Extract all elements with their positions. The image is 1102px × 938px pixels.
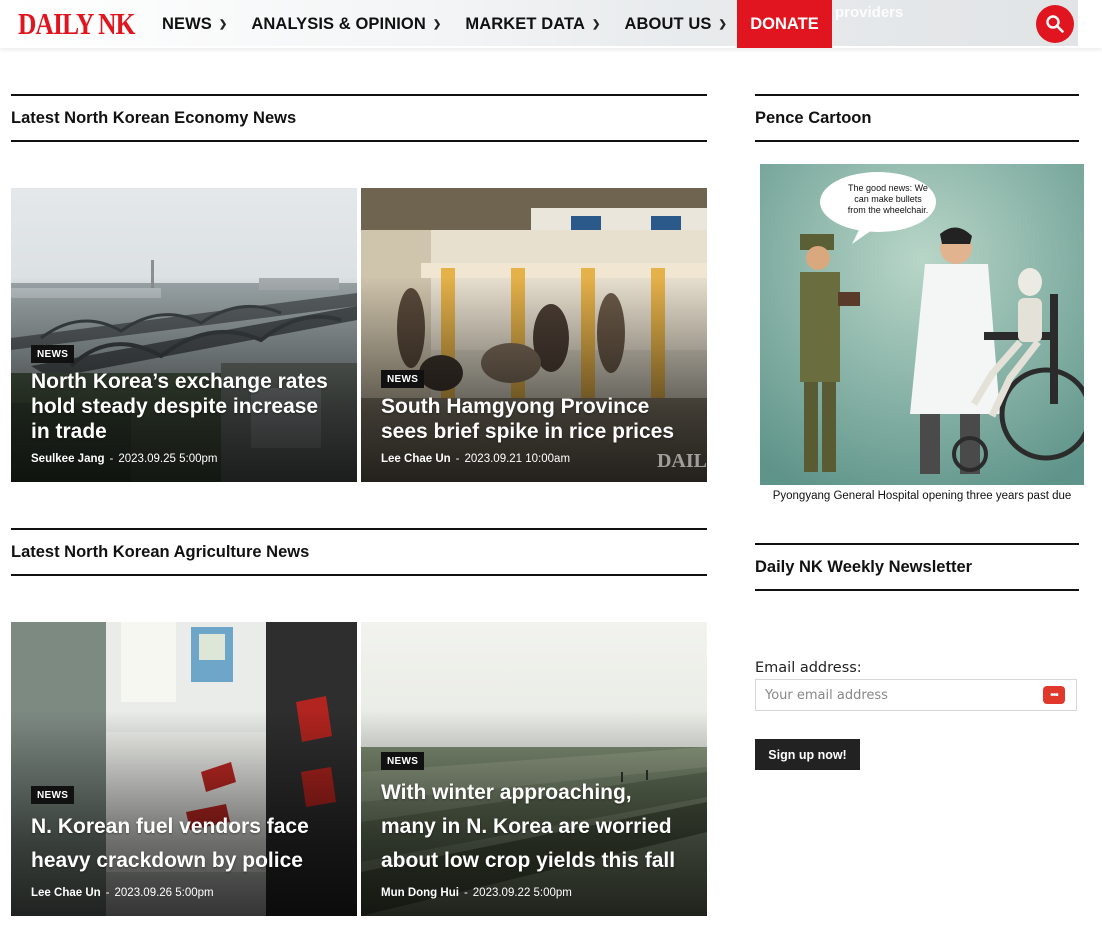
card-text: NEWS South Hamgyong Province sees brief …: [381, 369, 687, 465]
article-date: 2023.09.26 5:00pm: [114, 887, 214, 899]
main-nav: NEWS ❯ ANALYSIS & OPINION ❯ MARKET DATA …: [150, 0, 739, 48]
category-badge[interactable]: NEWS: [381, 752, 425, 770]
cartoon-caption: Pyongyang General Hospital opening three…: [772, 490, 1072, 502]
section-heading-text: Latest North Korean Economy News: [11, 108, 297, 127]
article-author[interactable]: Mun Dong Hui: [381, 887, 459, 899]
nav-item-label: ABOUT US: [624, 14, 712, 33]
article-date: 2023.09.22 5:00pm: [472, 887, 572, 899]
article-meta: Lee Chae Un -2023.09.21 10:00am: [381, 453, 687, 465]
section-heading-text: Daily NK Weekly Newsletter: [755, 557, 973, 576]
meta-separator: -: [105, 887, 110, 899]
cartoon-section-heading: Pence Cartoon: [755, 94, 1079, 142]
cartoon-image[interactable]: The good news: We can make bullets from …: [760, 164, 1084, 485]
section-heading-text: Pence Cartoon: [755, 108, 872, 127]
site-logo[interactable]: DAILY NK: [18, 7, 135, 41]
article-title[interactable]: South Hamgyong Province sees brief spike…: [381, 394, 687, 444]
chevron-down-icon: ❯: [718, 18, 727, 30]
article-title[interactable]: With winter approaching, many in N. Kore…: [381, 776, 687, 878]
cartoon-speech-bubble: The good news: We can make bullets from …: [847, 183, 929, 215]
password-manager-icon[interactable]: •••: [1043, 686, 1065, 704]
nav-item-label: NEWS: [162, 14, 212, 33]
meta-separator: -: [109, 453, 114, 465]
article-author[interactable]: Lee Chae Un: [31, 887, 101, 899]
donate-button[interactable]: DONATE: [737, 0, 832, 48]
nav-item-label: MARKET DATA: [465, 14, 585, 33]
article-meta: Seulkee Jang -2023.09.25 5:00pm: [31, 453, 337, 465]
category-badge[interactable]: NEWS: [381, 370, 425, 388]
card-text: NEWS With winter approaching, many in N.…: [381, 751, 687, 899]
nav-item-market-data[interactable]: MARKET DATA ❯: [453, 0, 612, 48]
card-text: NEWS North Korea’s exchange rates hold s…: [31, 344, 337, 465]
email-input[interactable]: [755, 679, 1077, 711]
site-header: providers DAILY NK NEWS ❯ ANALYSIS & OPI…: [0, 0, 1102, 48]
meta-separator: -: [463, 887, 468, 899]
meta-separator: -: [455, 453, 460, 465]
economy-section-heading: Latest North Korean Economy News: [11, 94, 707, 142]
card-text: NEWS N. Korean fuel vendors face heavy c…: [31, 785, 337, 899]
nav-item-label: ANALYSIS & OPINION: [251, 14, 426, 33]
chevron-down-icon: ❯: [592, 18, 601, 30]
article-author[interactable]: Lee Chae Un: [381, 453, 451, 465]
nav-item-news[interactable]: NEWS ❯: [150, 0, 239, 48]
chevron-down-icon: ❯: [432, 18, 442, 30]
nav-item-about-us[interactable]: ABOUT US ❯: [612, 0, 738, 48]
category-badge[interactable]: NEWS: [31, 786, 75, 804]
article-title[interactable]: North Korea’s exchange rates hold steady…: [31, 369, 337, 444]
chevron-down-icon: ❯: [218, 18, 228, 30]
search-icon: [1046, 15, 1064, 33]
article-meta: Lee Chae Un -2023.09.26 5:00pm: [31, 887, 337, 899]
article-date: 2023.09.21 10:00am: [464, 453, 571, 465]
section-heading-text: Latest North Korean Agriculture News: [11, 542, 310, 561]
article-card-fuel-vendors[interactable]: NEWS N. Korean fuel vendors face heavy c…: [11, 622, 357, 916]
agriculture-section-heading: Latest North Korean Agriculture News: [11, 528, 707, 576]
email-label: Email address:: [755, 660, 862, 676]
article-card-exchange-rates[interactable]: NEWS North Korea’s exchange rates hold s…: [11, 188, 357, 482]
article-title[interactable]: N. Korean fuel vendors face heavy crackd…: [31, 810, 337, 878]
header-background-text: providers: [835, 4, 904, 21]
article-author[interactable]: Seulkee Jang: [31, 453, 105, 465]
article-date: 2023.09.25 5:00pm: [118, 453, 218, 465]
signup-button[interactable]: Sign up now!: [755, 739, 860, 770]
nav-item-analysis-opinion[interactable]: ANALYSIS & OPINION ❯: [239, 0, 453, 48]
article-meta: Mun Dong Hui -2023.09.22 5:00pm: [381, 887, 687, 899]
article-card-crop-yields[interactable]: NEWS With winter approaching, many in N.…: [361, 622, 707, 916]
newsletter-section-heading: Daily NK Weekly Newsletter: [755, 543, 1079, 591]
category-badge[interactable]: NEWS: [31, 345, 75, 363]
search-button[interactable]: [1036, 5, 1074, 43]
article-card-rice-prices[interactable]: DAIL NEWS South Hamgyong Province sees b…: [361, 188, 707, 482]
